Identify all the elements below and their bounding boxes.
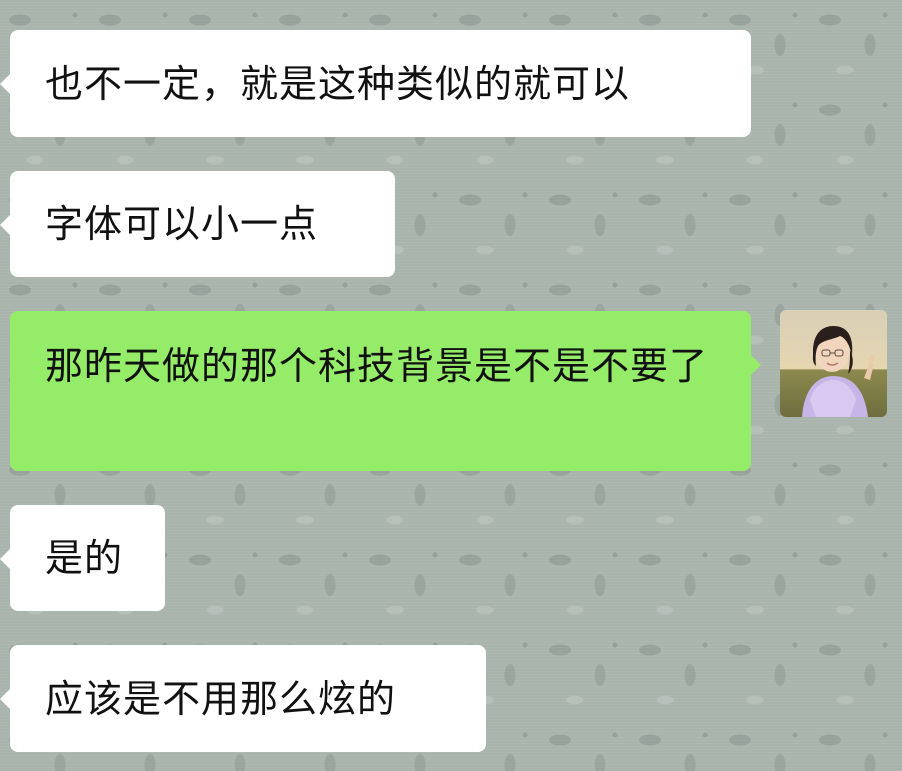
bubble-tail [0,215,10,235]
message-text: 是的 [45,536,124,580]
chat-message-list[interactable]: 也不一定，就是这种类似的就可以 字体可以小一点 那昨天做的那个科技背景是不是不要… [0,0,902,771]
user-avatar[interactable] [780,310,887,417]
user-avatar-icon [780,310,887,417]
message-text: 字体可以小一点 [45,202,319,246]
outgoing-message-bubble[interactable]: 那昨天做的那个科技背景是不是不要了 [10,311,761,471]
incoming-message-bubble[interactable]: 也不一定，就是这种类似的就可以 [0,30,751,137]
bubble-tail [751,355,761,375]
incoming-message-bubble[interactable]: 是的 [0,505,165,611]
message-text: 应该是不用那么炫的 [45,677,397,721]
bubble-tail [0,549,10,569]
incoming-message-bubble[interactable]: 字体可以小一点 [0,171,395,277]
incoming-message-bubble[interactable]: 应该是不用那么炫的 [0,645,486,752]
bubble-tail [0,74,10,94]
message-text: 那昨天做的那个科技背景是不是不要了 [45,344,709,388]
bubble-tail [0,689,10,709]
message-text: 也不一定，就是这种类似的就可以 [45,62,631,106]
